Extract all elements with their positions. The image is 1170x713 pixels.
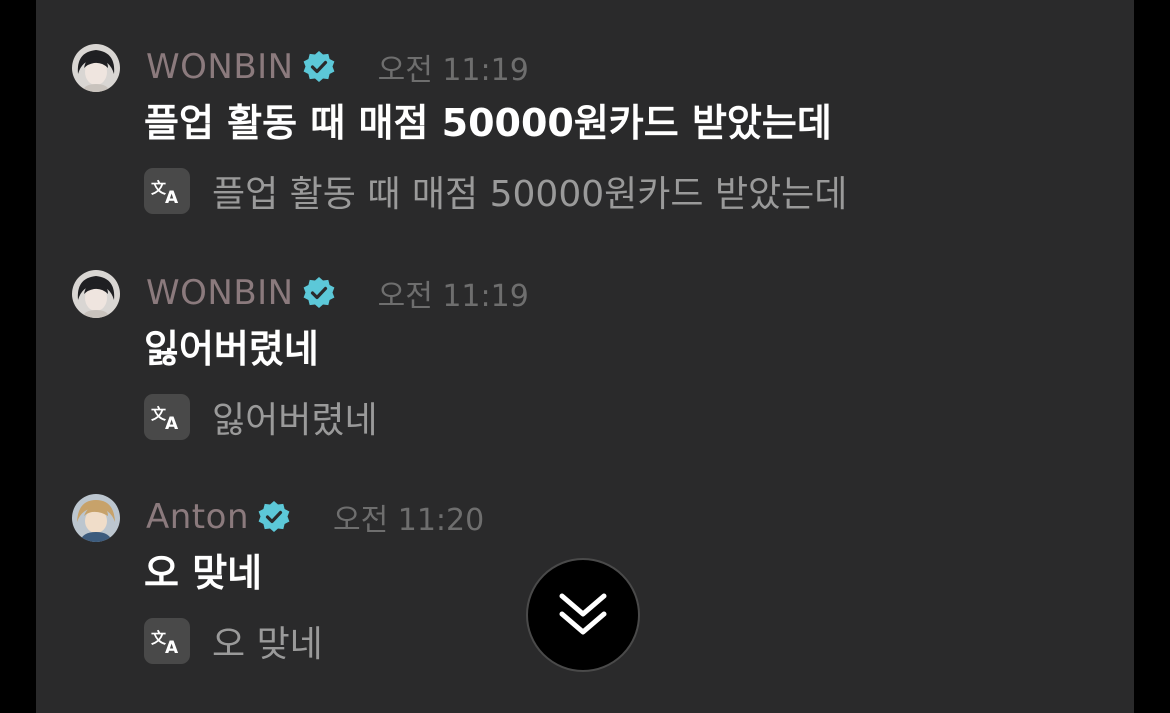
translation-row: 文 A 오 맞네 xyxy=(144,618,323,665)
message-text: 잃어버렸네 xyxy=(144,327,319,371)
translated-text: 잃어버렸네 xyxy=(212,400,378,441)
translation-row: 文 A 잃어버렸네 xyxy=(144,394,378,441)
message-header: WONBIN 오전 11:19 xyxy=(146,273,529,314)
avatar[interactable] xyxy=(72,494,120,542)
translate-icon[interactable]: 文 A xyxy=(144,618,190,664)
message-header: WONBIN 오전 11:19 xyxy=(146,47,529,88)
translation-row: 文 A 플업 활동 때 매점 50000원카드 받았는데 xyxy=(144,168,848,215)
svg-text:A: A xyxy=(165,414,179,432)
chat-panel: WONBIN 오전 11:19 플업 활동 때 매점 50000원카드 받았는데… xyxy=(36,0,1134,713)
message-header: Anton 오전 11:20 xyxy=(146,497,485,538)
scroll-to-bottom-button[interactable] xyxy=(526,558,640,672)
author-name[interactable]: Anton xyxy=(146,497,249,537)
translated-text: 플업 활동 때 매점 50000원카드 받았는데 xyxy=(212,174,848,215)
verified-badge-icon xyxy=(302,276,336,310)
message-text: 오 맞네 xyxy=(144,551,263,595)
timestamp: 오전 11:19 xyxy=(377,279,529,314)
verified-badge-icon xyxy=(302,50,336,84)
svg-text:A: A xyxy=(165,188,179,206)
svg-text:A: A xyxy=(165,638,179,656)
translate-icon[interactable]: 文 A xyxy=(144,394,190,440)
translated-text: 오 맞네 xyxy=(212,624,323,665)
avatar[interactable] xyxy=(72,270,120,318)
author-name[interactable]: WONBIN xyxy=(146,47,294,87)
author-name[interactable]: WONBIN xyxy=(146,273,294,313)
timestamp: 오전 11:20 xyxy=(333,503,485,538)
avatar[interactable] xyxy=(72,44,120,92)
timestamp: 오전 11:19 xyxy=(377,53,529,88)
verified-badge-icon xyxy=(257,500,291,534)
message-text: 플업 활동 때 매점 50000원카드 받았는데 xyxy=(144,101,832,145)
double-chevron-down-icon xyxy=(559,593,607,635)
translate-icon[interactable]: 文 A xyxy=(144,168,190,214)
